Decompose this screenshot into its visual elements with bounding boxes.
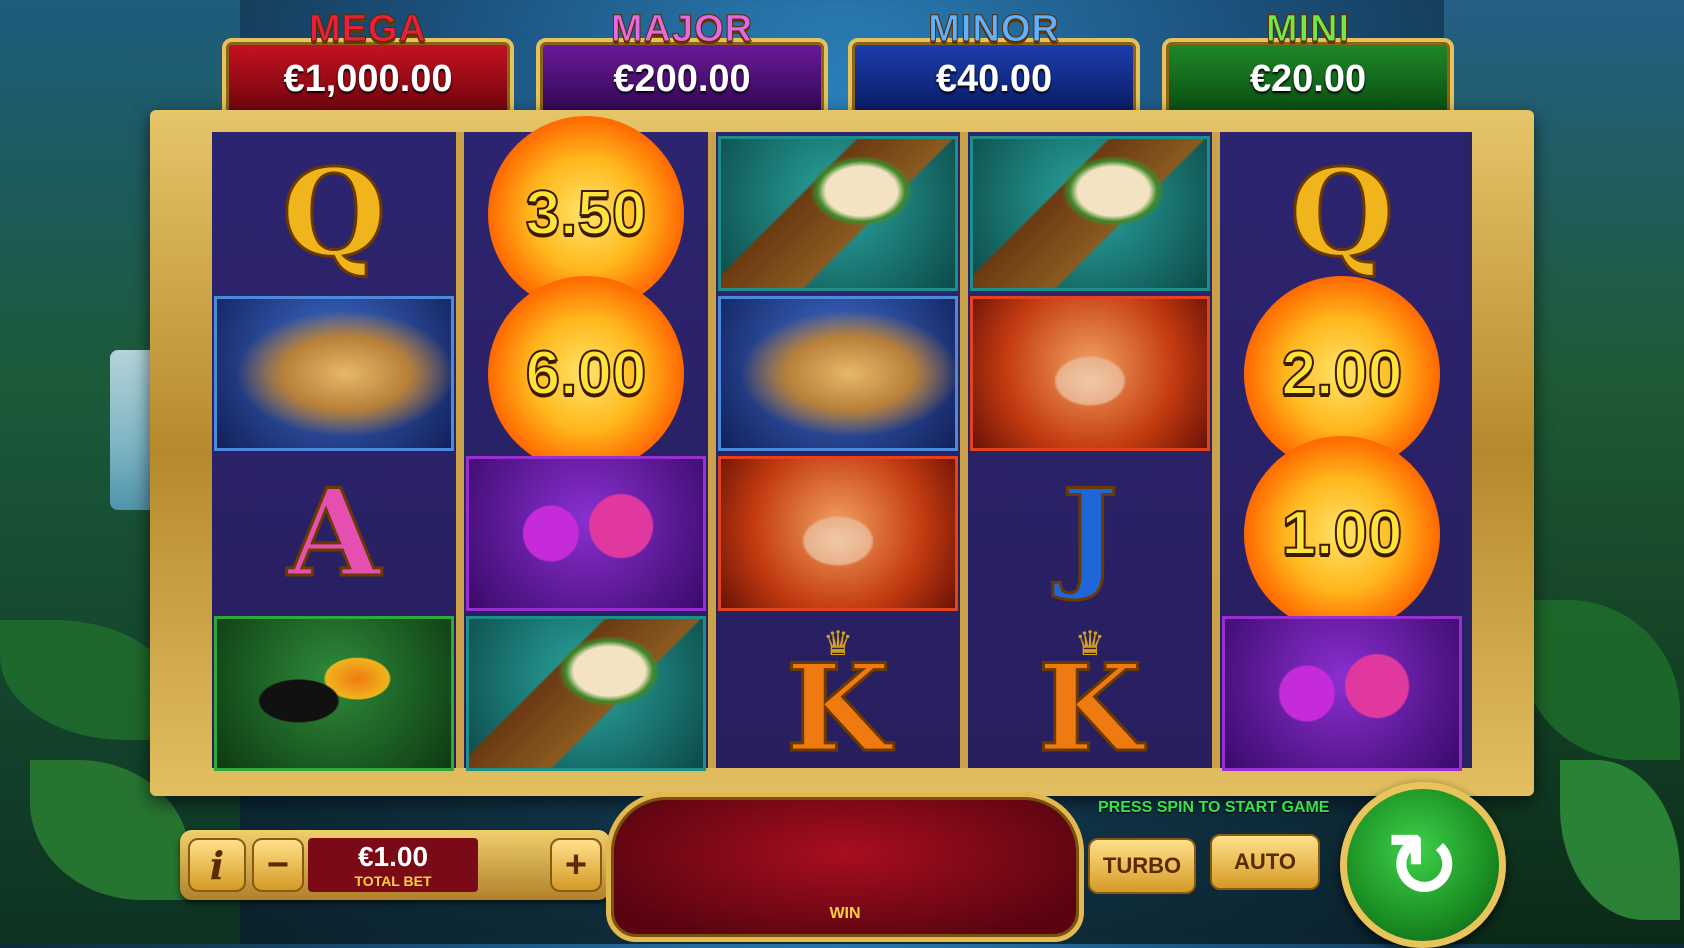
- info-button[interactable]: i: [188, 838, 246, 892]
- fireball-symbol: 2.00: [1222, 275, 1462, 472]
- drum-icon: [469, 619, 703, 768]
- drum-icon: [721, 139, 955, 288]
- reel-4: J ♛ K: [968, 132, 1212, 771]
- fireball-value: 6.00: [525, 338, 648, 409]
- fireball-symbol: 6.00: [466, 275, 706, 472]
- fire-woman-symbol: [718, 456, 958, 611]
- fireball-icon: 6.00: [488, 275, 684, 472]
- reel-separator: [456, 132, 464, 768]
- fire-woman-icon: [721, 459, 955, 608]
- win-label: WIN: [829, 905, 861, 922]
- jaguar-icon: [721, 299, 955, 448]
- win-display: WIN: [606, 792, 1084, 942]
- crown-icon: ♛: [1074, 625, 1106, 663]
- q-symbol: Q: [1222, 136, 1462, 291]
- reel-1: QA: [212, 132, 456, 771]
- jaguar-symbol: [214, 296, 454, 451]
- drum-symbol: [718, 136, 958, 291]
- jackpot-title: MINI: [1265, 8, 1351, 51]
- fireball-value: 3.50: [525, 178, 648, 249]
- orchid-icon: [1225, 619, 1459, 768]
- minus-icon: −: [266, 843, 290, 886]
- jackpot-major: MAJOR €200.00: [536, 8, 828, 120]
- fireball-symbol: 1.00: [1222, 435, 1462, 632]
- symbol-letter: Q: [280, 142, 388, 284]
- jackpot-title: MEGA: [309, 8, 427, 51]
- total-bet-display: €1.00 TOTAL BET: [308, 838, 478, 892]
- symbol-letter: K: [1036, 637, 1143, 771]
- symbol-letter: K: [784, 637, 891, 771]
- fire-woman-icon: [973, 299, 1207, 448]
- total-bet-value: €1.00: [357, 841, 429, 872]
- drum-icon: [973, 139, 1207, 288]
- info-icon: i: [209, 842, 225, 888]
- jackpot-mini: MINI €20.00: [1162, 8, 1454, 120]
- orchid-symbol: [1222, 616, 1462, 771]
- reel-separator: [1212, 132, 1220, 768]
- drum-symbol: [970, 136, 1210, 291]
- reel-grid: Q A 3.50 6.00 ♛ K J ♛ K Q 2.00 1.00: [212, 115, 1472, 771]
- orchid-symbol: [466, 456, 706, 611]
- symbol-letter: A: [286, 462, 382, 604]
- reel-5: Q 2.00 1.00: [1220, 132, 1464, 771]
- spin-arrows-icon: ↻: [1386, 815, 1460, 915]
- plus-icon: +: [564, 843, 588, 886]
- fireball-symbol: 3.50: [466, 115, 706, 312]
- jackpot-mega: MEGA €1,000.00: [222, 8, 514, 120]
- increase-bet-button[interactable]: +: [550, 838, 602, 892]
- reel-separator: [708, 132, 716, 768]
- orchid-icon: [469, 459, 703, 608]
- reel-2: 3.50 6.00: [464, 115, 708, 771]
- symbol-letter: J: [1060, 462, 1120, 604]
- jackpot-minor: MINOR €40.00: [848, 8, 1140, 120]
- reel-3: ♛ K: [716, 132, 960, 771]
- start-game-hint: PRESS SPIN TO START GAME: [1098, 799, 1330, 816]
- jaguar-icon: [217, 299, 451, 448]
- jackpot-value: €200.00: [613, 57, 751, 100]
- jackpot-title: MINOR: [928, 8, 1060, 51]
- jackpot-value: €40.00: [935, 57, 1053, 100]
- turbo-button[interactable]: TURBO: [1088, 838, 1196, 894]
- jaguar-symbol: [718, 296, 958, 451]
- a-symbol: A: [214, 456, 454, 611]
- auto-label: AUTO: [1234, 849, 1296, 874]
- reel-separator: [960, 132, 968, 768]
- drum-symbol: [466, 616, 706, 771]
- fireball-value: 2.00: [1281, 338, 1404, 409]
- turbo-label: TURBO: [1102, 853, 1182, 878]
- fireball-icon: 1.00: [1244, 435, 1440, 632]
- j-symbol: J: [970, 456, 1210, 611]
- k-symbol: ♛ K: [970, 616, 1210, 771]
- bet-bar: i − €1.00 TOTAL BET +: [180, 830, 610, 900]
- spin-button[interactable]: ↻: [1340, 782, 1506, 948]
- crown-icon: ♛: [822, 625, 854, 663]
- k-symbol: ♛ K: [718, 616, 958, 771]
- decrease-bet-button[interactable]: −: [252, 838, 304, 892]
- q-symbol: Q: [214, 136, 454, 291]
- toucan-icon: [217, 619, 451, 768]
- symbol-letter: Q: [1288, 142, 1396, 284]
- fire-woman-symbol: [970, 296, 1210, 451]
- total-bet-label: TOTAL BET: [354, 873, 432, 889]
- jackpot-value: €20.00: [1249, 57, 1367, 100]
- jackpot-value: €1,000.00: [283, 57, 453, 100]
- auto-spin-button[interactable]: AUTO: [1210, 834, 1320, 890]
- jackpot-title: MAJOR: [610, 8, 754, 51]
- fireball-value: 1.00: [1281, 498, 1404, 569]
- toucan-symbol: [214, 616, 454, 771]
